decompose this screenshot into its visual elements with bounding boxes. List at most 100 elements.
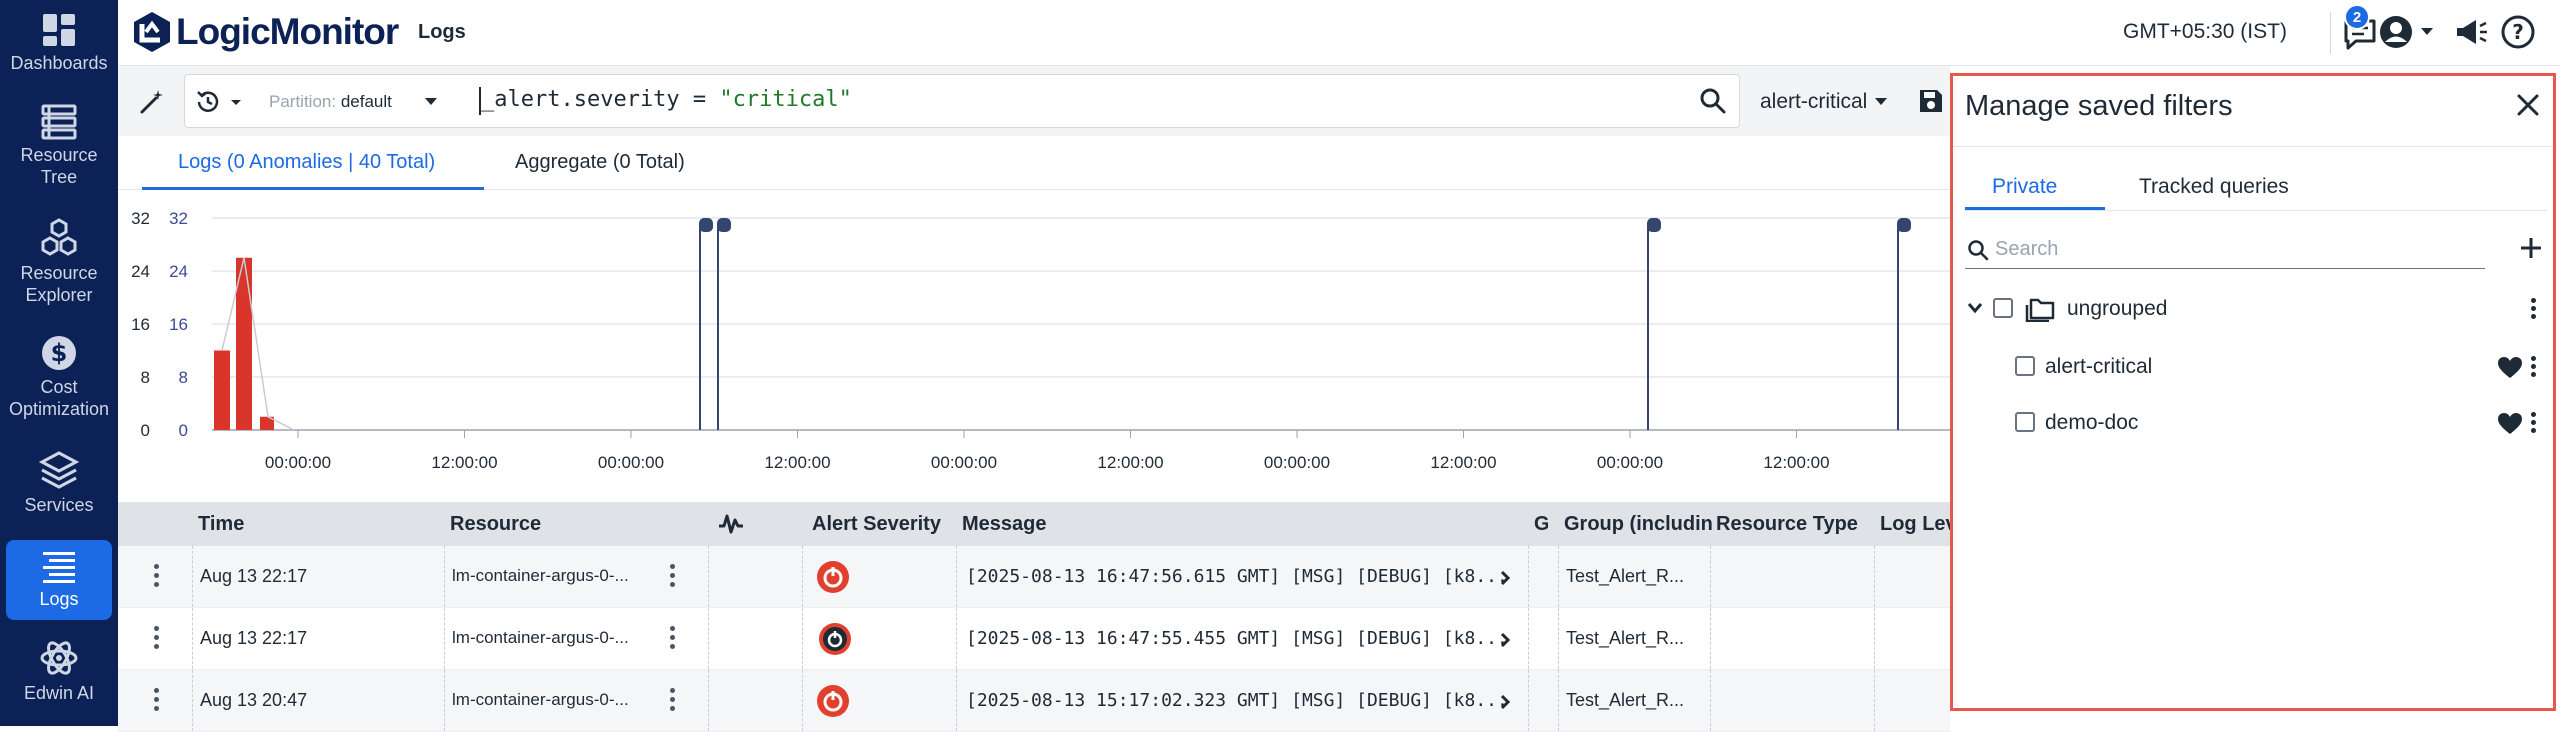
query-text[interactable]: _alert.severity = "critical" bbox=[481, 87, 852, 112]
notification-badge: 2 bbox=[2344, 4, 2370, 30]
row-menu-icon[interactable] bbox=[154, 626, 160, 653]
filter-checkbox[interactable] bbox=[2015, 356, 2035, 376]
table-row[interactable]: Aug 13 22:17 lm-container-argus-0-... [2… bbox=[118, 546, 1950, 608]
tab-private[interactable]: Private bbox=[1992, 175, 2057, 199]
column-header-message[interactable]: Message bbox=[962, 513, 1047, 536]
column-divider bbox=[708, 608, 709, 669]
panel-divider bbox=[1953, 146, 2553, 147]
column-header-log-level[interactable]: Log Leve bbox=[1880, 513, 1950, 536]
row-menu-icon[interactable] bbox=[154, 564, 160, 591]
table-row[interactable]: Aug 13 20:47 lm-container-argus-0-... [2… bbox=[118, 670, 1950, 732]
row-menu-icon[interactable] bbox=[154, 688, 160, 715]
cell-time: Aug 13 20:47 bbox=[200, 690, 308, 710]
tab-logs[interactable]: Logs (0 Anomalies | 40 Total) bbox=[178, 151, 435, 174]
saved-filter-row[interactable]: demo-doc bbox=[1953, 396, 2553, 452]
filter-checkbox[interactable] bbox=[2015, 412, 2035, 432]
column-divider bbox=[192, 608, 193, 669]
column-divider bbox=[1528, 546, 1529, 607]
tab-aggregate[interactable]: Aggregate (0 Total) bbox=[515, 151, 685, 174]
cell-resource[interactable]: lm-container-argus-0-... bbox=[452, 566, 656, 586]
column-header-time[interactable]: Time bbox=[198, 513, 244, 536]
x-tick-label: 00:00:00 bbox=[931, 453, 997, 472]
expand-chevron-icon[interactable] bbox=[1500, 570, 1510, 586]
announcements-icon[interactable] bbox=[2454, 16, 2488, 48]
x-tick-label: 00:00:00 bbox=[1264, 453, 1330, 472]
cell-resource[interactable]: lm-container-argus-0-... bbox=[452, 690, 656, 710]
column-divider bbox=[1558, 670, 1559, 731]
tab-tracked-queries[interactable]: Tracked queries bbox=[2139, 175, 2289, 199]
column-divider bbox=[1710, 670, 1711, 731]
anomaly-marker bbox=[1647, 218, 1661, 232]
magic-wand-icon[interactable] bbox=[138, 88, 166, 116]
resource-menu-icon[interactable] bbox=[670, 626, 676, 653]
filter-group-row[interactable]: ungrouped bbox=[1953, 282, 2553, 338]
save-icon[interactable] bbox=[1918, 88, 1944, 114]
cell-resource[interactable]: lm-container-argus-0-... bbox=[452, 628, 656, 648]
histogram-bar bbox=[214, 350, 230, 430]
favorite-heart-icon[interactable] bbox=[2497, 412, 2523, 436]
nav-item-dashboards[interactable]: Dashboards bbox=[6, 12, 112, 82]
nav-item-logs[interactable]: Logs bbox=[6, 540, 112, 620]
user-account-icon[interactable] bbox=[2378, 14, 2414, 50]
column-divider bbox=[956, 670, 957, 731]
cell-message[interactable]: [2025-08-13 16:47:55.455 GMT] [MSG] [DEB… bbox=[966, 628, 1506, 649]
saved-filter-dropdown[interactable]: alert-critical bbox=[1760, 90, 1888, 114]
group-menu-icon[interactable] bbox=[2531, 298, 2536, 322]
group-checkbox[interactable] bbox=[1993, 298, 2013, 318]
add-filter-icon[interactable] bbox=[2519, 236, 2543, 260]
partition-chevron-icon[interactable] bbox=[425, 97, 437, 107]
table-row[interactable]: Aug 13 22:17 lm-container-argus-0-... [2… bbox=[118, 608, 1950, 670]
saved-filter-name[interactable]: demo-doc bbox=[2045, 411, 2138, 435]
query-text-value: "critical" bbox=[719, 87, 852, 112]
column-header-resource-type[interactable]: Resource Type bbox=[1716, 513, 1858, 536]
nav-item-services[interactable]: Services bbox=[6, 450, 112, 522]
chevron-down-icon[interactable] bbox=[2420, 27, 2434, 37]
query-input-box[interactable]: Partition: default _alert.severity = "cr… bbox=[184, 74, 1740, 128]
column-divider bbox=[1874, 546, 1875, 607]
column-header-resource[interactable]: Resource bbox=[450, 513, 541, 536]
cell-message[interactable]: [2025-08-13 15:17:02.323 GMT] [MSG] [DEB… bbox=[966, 690, 1506, 711]
column-header-group[interactable]: Group (includin bbox=[1564, 513, 1712, 536]
chevron-down-icon[interactable] bbox=[1967, 302, 1983, 314]
svg-text:?: ? bbox=[2512, 20, 2524, 44]
cell-time: Aug 13 22:17 bbox=[200, 566, 308, 586]
filter-menu-icon[interactable] bbox=[2531, 356, 2536, 380]
cell-message[interactable]: [2025-08-13 16:47:56.615 GMT] [MSG] [DEB… bbox=[966, 566, 1506, 587]
help-icon[interactable]: ? bbox=[2500, 14, 2536, 50]
favorite-heart-icon[interactable] bbox=[2497, 356, 2523, 380]
y-tick-label-left: 8 bbox=[141, 368, 150, 387]
nav-item-edwin-ai[interactable]: Edwin AI bbox=[6, 638, 112, 710]
close-icon[interactable] bbox=[2515, 92, 2541, 118]
results-tabs: Logs (0 Anomalies | 40 Total) Aggregate … bbox=[118, 136, 1950, 190]
timezone-label[interactable]: GMT+05:30 (IST) bbox=[2123, 20, 2287, 44]
history-icon[interactable] bbox=[195, 89, 251, 115]
nav-item-resource-tree[interactable]: Resource Tree bbox=[6, 104, 112, 196]
resource-menu-icon[interactable] bbox=[670, 564, 676, 591]
nav-label-dashboards: Dashboards bbox=[10, 53, 108, 73]
column-divider bbox=[802, 546, 803, 607]
expand-chevron-icon[interactable] bbox=[1500, 632, 1510, 648]
filter-menu-icon[interactable] bbox=[2531, 412, 2536, 436]
nav-item-resource-explorer[interactable]: Resource Explorer bbox=[6, 218, 112, 310]
column-divider bbox=[708, 546, 709, 607]
group-name: ungrouped bbox=[2067, 297, 2168, 320]
search-icon[interactable] bbox=[1699, 87, 1727, 115]
column-header-g[interactable]: G bbox=[1534, 513, 1548, 536]
filter-search-input[interactable] bbox=[1995, 235, 2475, 263]
filter-search-field[interactable] bbox=[1965, 231, 2485, 269]
saved-filter-name[interactable]: alert-critical bbox=[2045, 355, 2152, 379]
partition-selector[interactable]: Partition: default bbox=[269, 92, 392, 112]
y-tick-label-right: 0 bbox=[179, 421, 188, 440]
trend-line bbox=[221, 257, 295, 431]
column-divider bbox=[1558, 546, 1559, 607]
nav-item-cost-optimization[interactable]: $ Cost Optimization bbox=[6, 334, 112, 426]
anomaly-icon[interactable] bbox=[718, 512, 744, 536]
saved-filter-row[interactable]: alert-critical bbox=[1953, 340, 2553, 396]
column-header-alert-severity[interactable]: Alert Severity bbox=[812, 513, 941, 536]
resource-menu-icon[interactable] bbox=[670, 688, 676, 715]
expand-chevron-icon[interactable] bbox=[1500, 694, 1510, 710]
x-tick-label: 00:00:00 bbox=[598, 453, 664, 472]
logs-histogram[interactable]: 32 32 24 24 16 16 8 8 0 0 00:00:00 12:00:00 00:00:00… bbox=[118, 190, 1950, 502]
query-toolbar: Partition: default _alert.severity = "cr… bbox=[118, 66, 1950, 136]
logicmonitor-logo[interactable]: LogicMonitor bbox=[132, 10, 399, 54]
